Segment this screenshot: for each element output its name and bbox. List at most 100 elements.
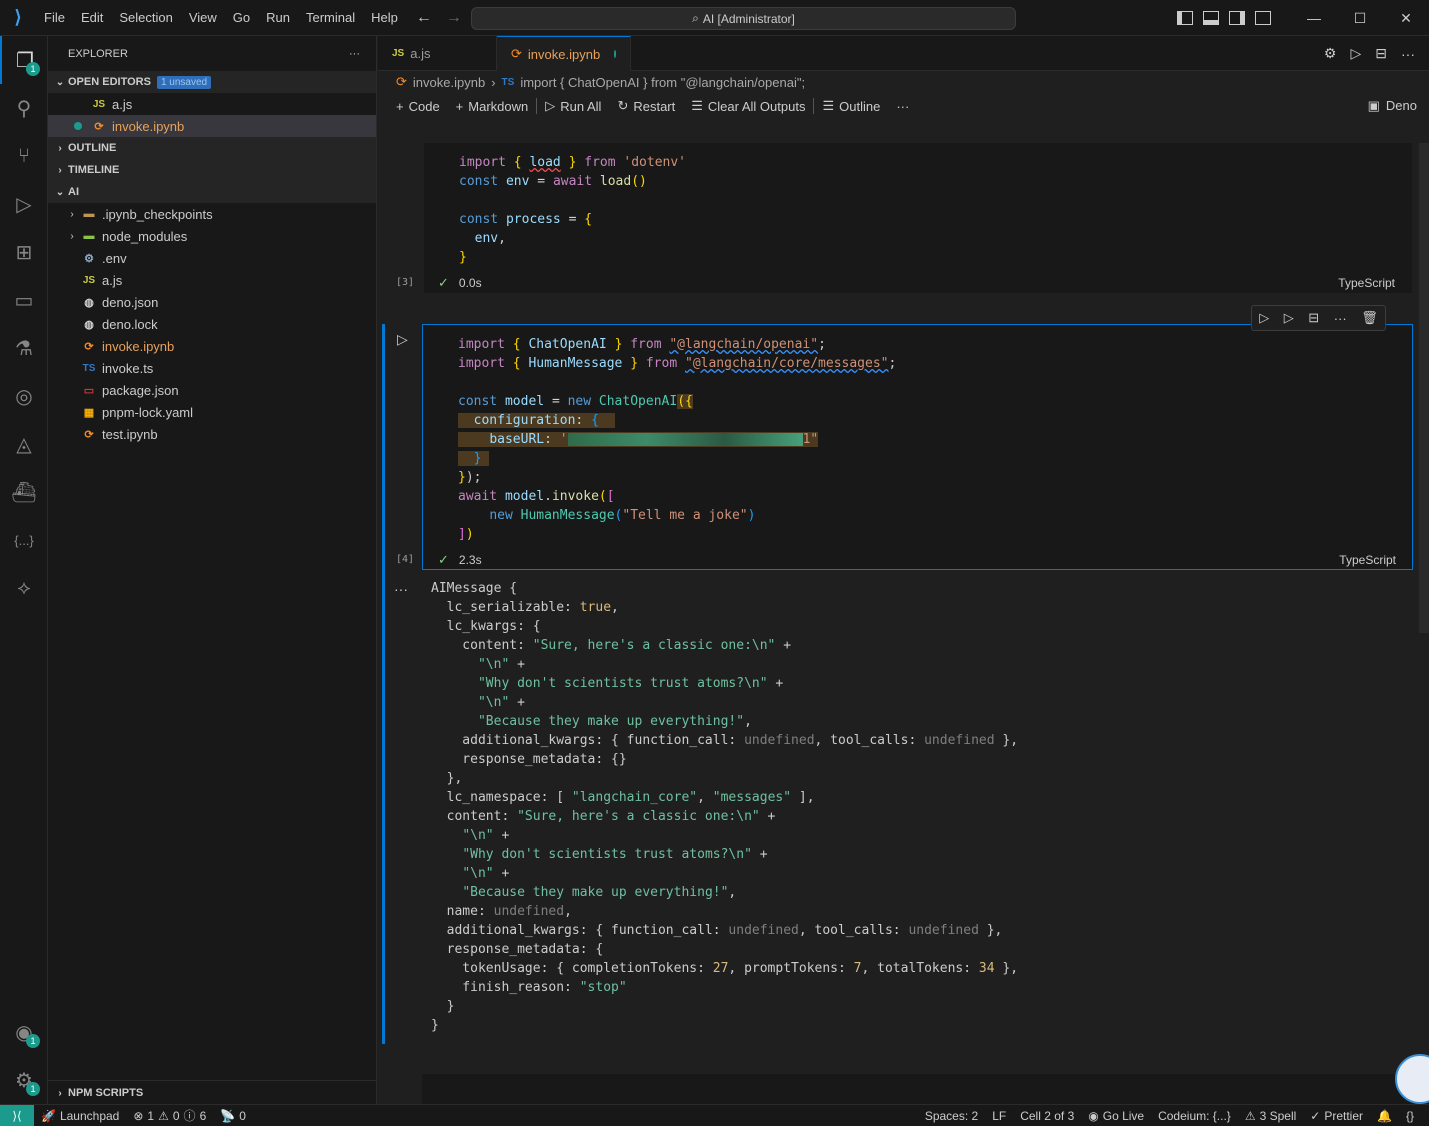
add-cell-area[interactable] [422,1074,1413,1104]
run-cell-icon[interactable]: ▷ [397,331,408,348]
tab-a-js[interactable]: JS a.js [378,36,497,71]
manage-gear-icon[interactable]: ⚙ 1 [0,1056,48,1104]
command-center[interactable]: ⌕ AI [Administrator] [471,7,1016,30]
code-cell[interactable]: import { ChatOpenAI } from "@langchain/o… [422,324,1413,570]
indentation-item[interactable]: Spaces: 2 [918,1109,985,1123]
tree-item-file[interactable]: JS a.js [48,269,376,291]
tree-item-file[interactable]: ◍ deno.json [48,291,376,313]
execute-below-icon[interactable]: ▷ [1284,310,1294,326]
code-cell[interactable]: import { load } from 'dotenv' const env … [424,143,1412,293]
outline-section[interactable]: › OUTLINE [48,137,376,159]
remote-explorer-icon[interactable]: ▭ [0,276,48,324]
timeline-section[interactable]: › TIMELINE [48,159,376,181]
menu-view[interactable]: View [181,0,225,36]
braces-icon[interactable]: {} [1399,1109,1421,1123]
prettier-item[interactable]: ✓ Prettier [1303,1109,1370,1123]
run-icon[interactable]: ▷ [1350,45,1361,62]
minimize-button[interactable]: — [1291,10,1337,26]
tree-item-file[interactable]: ▭ package.json [48,379,376,401]
extensions-icon[interactable]: ⊞ [0,228,48,276]
execute-above-icon[interactable]: ▷ [1259,310,1269,326]
menu-file[interactable]: File [36,0,73,36]
more-toolbar-icon[interactable]: ··· [888,99,917,114]
tree-item-file[interactable]: ⚙ .env [48,247,376,269]
cell-source[interactable]: import { ChatOpenAI } from "@langchain/o… [458,335,896,544]
codeium-item[interactable]: Codeium: {...} [1151,1109,1238,1123]
eol-item[interactable]: LF [985,1109,1013,1123]
menu-terminal[interactable]: Terminal [298,0,363,36]
cell-position-item[interactable]: Cell 2 of 3 [1013,1109,1081,1123]
back-arrow-icon[interactable]: ← [416,9,432,27]
customize-layout-icon[interactable] [1255,11,1271,25]
testing-icon[interactable]: ⚗ [0,324,48,372]
output-more-icon[interactable]: ··· [394,581,408,597]
gitlens-icon[interactable]: ◎ [0,372,48,420]
tree-item-folder[interactable]: › ▬ node_modules [48,225,376,247]
gear-icon: ⚙ [84,252,94,265]
split-editor-icon[interactable]: ⊟ [1375,45,1387,62]
menu-go[interactable]: Go [225,0,258,36]
tree-item-label: invoke.ts [102,360,154,376]
chevron-right-icon: › [58,1087,62,1099]
open-editor-item[interactable]: ⟳ invoke.ipynb [48,115,376,137]
search-view-icon[interactable]: ⚲ [0,84,48,132]
more-actions-icon[interactable]: ··· [1401,46,1415,62]
breadcrumb-file[interactable]: invoke.ipynb [413,75,485,90]
open-editor-item[interactable]: JS a.js [48,93,376,115]
tab-invoke-ipynb[interactable]: ⟳ invoke.ipynb [497,36,631,71]
close-window-button[interactable]: ✕ [1383,10,1429,27]
run-all-button[interactable]: ▷ Run All [537,98,609,114]
tree-item-folder[interactable]: › ▬ .ipynb_checkpoints [48,203,376,225]
more-cell-actions-icon[interactable]: ··· [1334,311,1347,326]
menu-help[interactable]: Help [363,0,406,36]
tree-item-file[interactable]: TS invoke.ts [48,357,376,379]
open-editors-section[interactable]: ⌄ OPEN EDITORS 1 unsaved [48,71,376,93]
more-actions-icon[interactable]: ··· [349,48,360,60]
clear-outputs-button[interactable]: ☰ Clear All Outputs [683,98,813,114]
docker-icon[interactable]: ⛴ [0,468,48,516]
notifications-bell-icon[interactable]: 🔔 [1370,1109,1399,1123]
unsaved-dot-icon[interactable] [614,50,616,58]
source-control-icon[interactable]: ⑂ [0,132,48,180]
breadcrumb-symbol[interactable]: import { ChatOpenAI } from "@langchain/o… [520,75,805,90]
deno-icon: ◍ [84,318,94,331]
cell-language[interactable]: TypeScript [1338,276,1395,290]
add-markdown-button[interactable]: + Markdown [448,99,537,114]
problems-item[interactable]: ⊗ 1 ⚠ 0 ⓘ 6 [126,1107,213,1124]
tree-item-file[interactable]: ◍ deno.lock [48,313,376,335]
codeium-icon[interactable]: ⟡ [0,564,48,612]
ports-item[interactable]: 📡 0 [213,1109,253,1123]
kernel-settings-gear-icon[interactable]: ⚙ [1324,45,1337,62]
go-live-item[interactable]: ◉ Go Live [1081,1109,1151,1123]
azure-icon[interactable]: ◬ [0,420,48,468]
folder-section[interactable]: ⌄ AI [48,181,376,203]
add-code-button[interactable]: + Code [388,99,448,114]
outline-button[interactable]: ☰ Outline [814,98,888,114]
remote-indicator-icon[interactable]: ⟩⟨ [0,1104,34,1126]
maximize-button[interactable]: ☐ [1337,10,1383,27]
tree-item-file[interactable]: ⟳ invoke.ipynb [48,335,376,357]
cell-source[interactable]: import { load } from 'dotenv' const env … [459,153,686,267]
json-icon[interactable]: {...} [0,516,48,564]
scrollbar[interactable] [1419,143,1429,633]
toggle-primary-sidebar-icon[interactable] [1177,11,1193,25]
launchpad-item[interactable]: 🚀 Launchpad [34,1109,126,1123]
forward-arrow-icon[interactable]: → [446,9,462,27]
tree-item-file[interactable]: ▦ pnpm-lock.yaml [48,401,376,423]
spell-item[interactable]: ⚠ 3 Spell [1238,1109,1303,1123]
npm-scripts-section[interactable]: › NPM SCRIPTS [48,1080,376,1104]
restart-button[interactable]: ↻ Restart [609,98,683,114]
delete-cell-icon[interactable]: 🗑 [1361,310,1378,326]
run-debug-icon[interactable]: ▷ [0,180,48,228]
tree-item-file[interactable]: ⟳ test.ipynb [48,423,376,445]
split-cell-icon[interactable]: ⊟ [1308,310,1319,326]
menu-run[interactable]: Run [258,0,298,36]
cell-language[interactable]: TypeScript [1339,553,1396,567]
kernel-picker[interactable]: ▣ Deno [1368,98,1417,114]
accounts-icon[interactable]: ◉ 1 [0,1008,48,1056]
explorer-icon[interactable]: ❐ 1 [0,36,48,84]
menu-selection[interactable]: Selection [111,0,180,36]
toggle-secondary-sidebar-icon[interactable] [1229,11,1245,25]
menu-edit[interactable]: Edit [73,0,111,36]
toggle-panel-icon[interactable] [1203,11,1219,25]
